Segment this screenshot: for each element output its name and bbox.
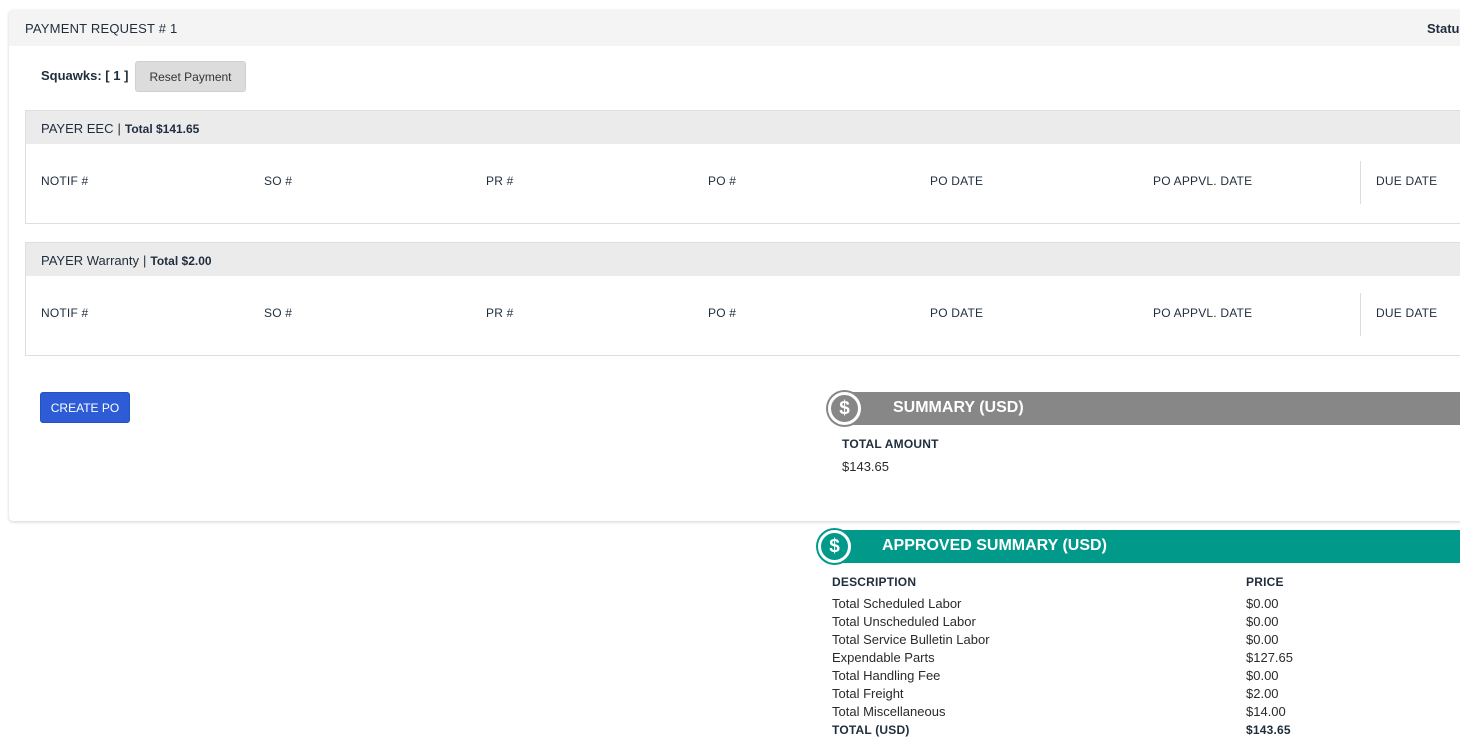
column-header-po: PO # (708, 174, 737, 188)
payer-name: PAYER Warranty (41, 253, 140, 268)
description-column-header: DESCRIPTION (832, 575, 917, 589)
column-header-pr: PR # (486, 306, 514, 320)
payer-total: Total $141.65 (124, 122, 200, 136)
create-po-button[interactable]: CREATE PO (40, 392, 130, 423)
approved-summary-header: $ APPROVED SUMMARY (USD) (816, 528, 1460, 565)
approved-summary-title: APPROVED SUMMARY (USD) (882, 537, 1107, 554)
summary-row-price: $2.00 (1246, 686, 1279, 701)
payer-section-eec: PAYER EEC | Total $141.65 NOTIF # SO # PR … (25, 110, 1460, 224)
summary-row-price: $0.00 (1246, 596, 1279, 611)
summary-header: $ SUMMARY (USD) (826, 390, 1460, 427)
total-amount-label: TOTAL AMOUNT (842, 437, 939, 451)
column-header-so: SO # (264, 174, 293, 188)
column-header-po-appvl-date: PO APPVL. DATE (1153, 306, 1253, 320)
payment-request-card: PAYMENT REQUEST # 1 Statu Squawks: [ 1 ]… (9, 10, 1460, 521)
status-label: Statu (1427, 21, 1460, 36)
summary-row-description: Total Scheduled Labor (832, 596, 962, 611)
payer-title: PAYER EEC | Total $141.65 (41, 121, 199, 136)
squawks-count: Squawks: [ 1 ] (41, 68, 129, 83)
column-header-po-date: PO DATE (930, 306, 984, 320)
summary-row-price: $0.00 (1246, 668, 1279, 683)
dollar-icon: $ (818, 530, 851, 563)
summary-row-price: $0.00 (1246, 614, 1279, 629)
reset-payment-button[interactable]: Reset Payment (135, 61, 246, 92)
summary-row-description: Total Miscellaneous (832, 704, 946, 719)
payer-separator: | (143, 253, 147, 268)
summary-row-price: $0.00 (1246, 632, 1279, 647)
summary-row-description: Expendable Parts (832, 650, 935, 665)
summary-title: SUMMARY (USD) (893, 399, 1024, 416)
column-header-pr: PR # (486, 174, 514, 188)
column-header-notif: NOTIF # (41, 174, 89, 188)
summary-total-price: $143.65 (1246, 723, 1291, 737)
column-header-po-appvl-date: PO APPVL. DATE (1153, 174, 1253, 188)
column-header-due-date: DUE DATE (1376, 306, 1438, 320)
column-header-notif: NOTIF # (41, 306, 89, 320)
card-header: PAYMENT REQUEST # 1 Statu (9, 10, 1460, 46)
summary-row-description: Total Handling Fee (832, 668, 941, 683)
payer-name: PAYER EEC (41, 121, 114, 136)
summary-row-description: Total Unscheduled Labor (832, 614, 976, 629)
column-header-so: SO # (264, 306, 293, 320)
column-divider (1360, 293, 1361, 336)
summary-row-description: Total Freight (832, 686, 904, 701)
payer-header: PAYER Warranty | Total $2.00 (26, 243, 1460, 276)
total-amount-value: $143.65 (842, 459, 889, 474)
payer-separator: | (117, 121, 121, 136)
page-title: PAYMENT REQUEST # 1 (25, 21, 178, 36)
payer-header: PAYER EEC | Total $141.65 (26, 111, 1460, 144)
column-header-po: PO # (708, 306, 737, 320)
column-header-po-date: PO DATE (930, 174, 984, 188)
summary-total-description: TOTAL (USD) (832, 723, 910, 737)
summary-row-price: $14.00 (1246, 704, 1286, 719)
dollar-icon: $ (828, 392, 861, 425)
payer-title: PAYER Warranty | Total $2.00 (41, 253, 212, 268)
summary-row-price: $127.65 (1246, 650, 1293, 665)
payer-total: Total $2.00 (150, 254, 212, 268)
payer-section-warranty: PAYER Warranty | Total $2.00 NOTIF # SO # … (25, 242, 1460, 356)
summary-row-description: Total Service Bulletin Labor (832, 632, 990, 647)
column-divider (1360, 161, 1361, 204)
column-header-due-date: DUE DATE (1376, 174, 1438, 188)
price-column-header: PRICE (1246, 575, 1284, 589)
